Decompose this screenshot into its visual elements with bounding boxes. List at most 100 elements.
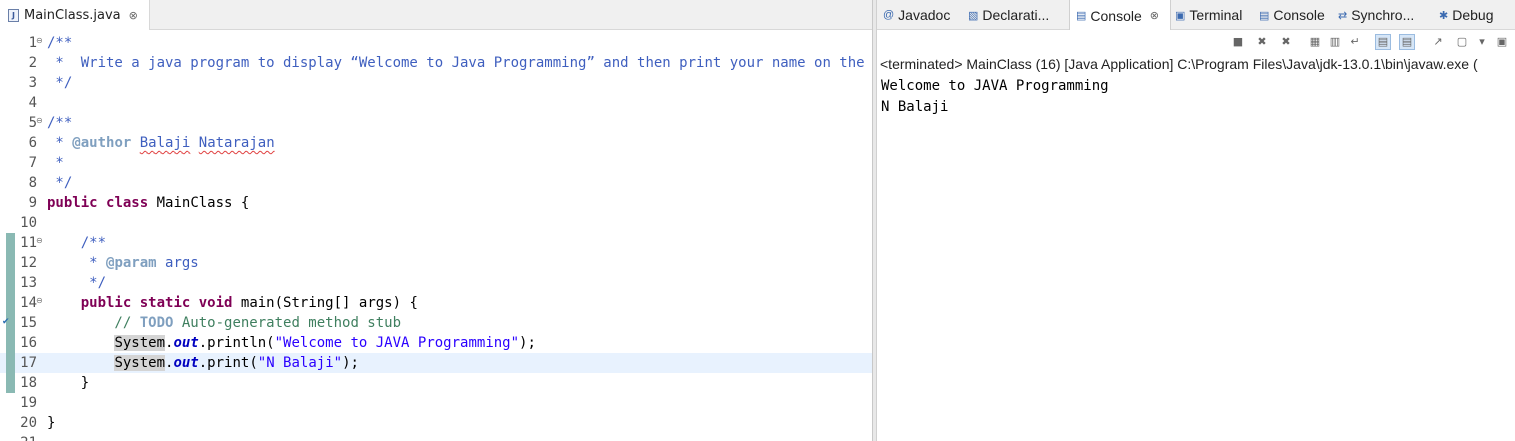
line-number: 4 [28, 95, 37, 111]
show-on-stdout-icon[interactable]: ▤ [1375, 34, 1391, 50]
code-line[interactable]: 1 ⊖ /** [0, 33, 872, 53]
line-number: 20 [20, 415, 37, 431]
code-editor[interactable]: J MainClass.java ⊗ 1 ⊖/** 2 * Write a java… [0, 0, 872, 441]
console-output-line: Welcome to JAVA Programming [881, 78, 1109, 94]
terminal-icon: ▣ [1175, 9, 1186, 22]
synchronize-icon: ⇄ [1338, 9, 1348, 22]
tab-declarati[interactable]: ▧ Declarati... [966, 0, 1066, 30]
fold-collapse-icon[interactable]: ⊖ [36, 116, 43, 125]
code-line[interactable]: 2 * Write a java program to display “Wel… [0, 53, 872, 73]
code-token: /** [47, 35, 73, 51]
code-token: @param [106, 255, 157, 271]
code-token: MainClass { [148, 195, 250, 211]
close-icon[interactable]: ⊗ [129, 9, 138, 22]
code-line[interactable]: 8 */ [0, 173, 872, 193]
code-token: public [47, 195, 98, 211]
tab-debug[interactable]: ✱ Debug [1437, 0, 1507, 30]
code-line[interactable]: 10 [0, 213, 872, 233]
code-text: } [47, 413, 55, 433]
pin-console-icon[interactable]: ↗ [1430, 34, 1446, 50]
show-on-stderr-icon[interactable]: ▤ [1399, 34, 1415, 50]
line-number: 12 [20, 255, 37, 271]
code-token: out [173, 355, 199, 371]
code-token: ); [519, 335, 536, 351]
display-selected-console-dropdown-icon[interactable]: ▾ [1474, 34, 1490, 50]
code-line[interactable]: 4 [0, 93, 872, 113]
code-line[interactable]: 9 public class MainClass { [0, 193, 872, 213]
code-line[interactable]: 5 ⊖ /** [0, 113, 872, 133]
code-token: // [47, 315, 140, 331]
line-number: 17 [20, 355, 37, 371]
code-token: .print( [198, 355, 258, 371]
console-icon: ▤ [1076, 10, 1087, 22]
word-wrap-icon[interactable]: ↵ [1347, 34, 1363, 50]
terminate-icon[interactable]: ■ [1230, 34, 1246, 50]
code-token: main(String[] args) { [232, 295, 418, 311]
code-line[interactable]: 16 System.out.println("Welcome to JAVA P… [0, 333, 872, 353]
code-line[interactable]: 19 [0, 393, 872, 413]
code-line[interactable]: 12 * @param args [0, 253, 872, 273]
code-line[interactable]: 20} [0, 413, 872, 433]
tab-terminal[interactable]: ▣ Terminal [1173, 0, 1255, 30]
line-number: 8 [28, 175, 37, 191]
code-token: class [106, 195, 149, 211]
code-line[interactable]: ✔ 15 // TODO Auto-generated method stub [0, 313, 872, 333]
tab-label: Console [1090, 7, 1142, 24]
code-token: void [198, 295, 233, 311]
code-line[interactable]: 14 ⊖ public static void main(String[] arg… [0, 293, 872, 313]
line-number: 5 [28, 115, 37, 131]
console-tab-bar: @ Javadoc ▧ Declarati... ▤ Console ⊗ ▣ Terminal ▤… [877, 0, 1515, 31]
console-icon: ▤ [1259, 9, 1270, 22]
editor-tab-title: MainClass.java [24, 7, 121, 23]
code-line[interactable]: 13 */ [0, 273, 872, 293]
tab-javadoc[interactable]: @ Javadoc [881, 0, 964, 30]
line-number: 21 [0, 433, 37, 441]
console-output-line: N Balaji [881, 99, 949, 115]
remove-all-terminated-icon[interactable]: ✖ [1278, 34, 1294, 50]
code-token: args [156, 255, 199, 271]
code-text: */ [47, 173, 72, 193]
line-number: 6 [28, 135, 37, 151]
tab-synchro[interactable]: ⇄ Synchro... [1336, 0, 1434, 30]
code-token: "N Balaji" [257, 355, 343, 371]
code-line[interactable]: 18 } [0, 373, 872, 393]
code-token: ); [342, 355, 359, 371]
code-line[interactable]: 6 * @author Balaji Natarajan [0, 133, 872, 153]
scroll-lock-icon[interactable]: ▥ [1327, 34, 1343, 50]
tab-console[interactable]: ▤ Console ⊗ [1069, 0, 1171, 31]
fold-collapse-icon[interactable]: ⊖ [36, 236, 43, 245]
code-token: System [114, 335, 166, 351]
code-line[interactable]: 21 [0, 433, 872, 441]
debug-bug-icon: ✱ [1439, 9, 1449, 22]
code-text: * @author Balaji Natarajan [47, 133, 274, 153]
close-icon[interactable]: ⊗ [1150, 9, 1159, 22]
code-text: System.out.println("Welcome to JAVA Prog… [47, 333, 536, 353]
code-line[interactable]: 11 ⊖ /** [0, 233, 872, 253]
fold-collapse-icon[interactable]: ⊖ [36, 296, 43, 305]
code-text: * Write a java program to display “Welco… [47, 53, 872, 73]
open-console-icon[interactable]: ▣ [1494, 34, 1510, 50]
code-token: */ [47, 75, 73, 91]
line-number: 10 [20, 215, 37, 231]
code-line[interactable]: 3 */ [0, 73, 872, 93]
code-line[interactable]: 7 * [0, 153, 872, 173]
line-number: 9 [28, 195, 37, 211]
display-selected-console-icon[interactable]: ▢ [1454, 34, 1470, 50]
code-token: /** [47, 115, 73, 131]
fold-collapse-icon[interactable]: ⊖ [36, 36, 43, 45]
code-token: } [47, 375, 90, 391]
remove-launch-icon[interactable]: ✖ [1254, 34, 1270, 50]
code-line[interactable]: 17 System.out.print("N Balaji"); [0, 353, 872, 373]
code-token: */ [47, 275, 107, 291]
code-token: Balaji [139, 135, 191, 151]
code-token: * [47, 255, 107, 271]
clear-console-icon[interactable]: ▦ [1307, 34, 1323, 50]
editor-tab-mainclass[interactable]: J MainClass.java ⊗ [0, 0, 150, 30]
code-area[interactable]: 1 ⊖/** 2 * Write a java program to display… [0, 33, 872, 441]
tab-console[interactable]: ▤ Console [1257, 0, 1334, 30]
